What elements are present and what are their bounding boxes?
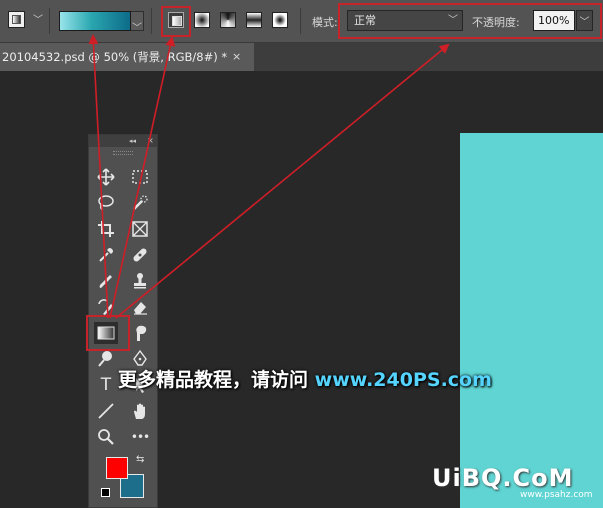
gradient-icon xyxy=(97,326,115,340)
chevron-down-icon: ﹀ xyxy=(579,17,590,28)
opacity-label: 不透明度: xyxy=(472,16,520,29)
foreground-color-swatch[interactable] xyxy=(106,457,128,479)
document-tab-bar: 20104532.psd @ 50% (背景, RGB/8#) * × xyxy=(0,43,603,71)
marquee-tool[interactable] xyxy=(128,166,152,188)
move-icon xyxy=(97,168,115,186)
marquee-icon xyxy=(132,170,148,184)
brush-tool[interactable] xyxy=(94,270,118,292)
quick-select-tool[interactable] xyxy=(128,192,152,214)
chevron-down-icon: ﹀ xyxy=(132,23,142,34)
angle-gradient-button[interactable] xyxy=(220,12,236,28)
chevron-down-icon: ﹀ xyxy=(448,15,458,26)
healing-tool[interactable] xyxy=(128,244,152,266)
crop-icon xyxy=(98,221,114,237)
tool-preset-picker[interactable] xyxy=(8,11,25,28)
opacity-input[interactable]: 100% xyxy=(533,10,575,31)
lasso-icon xyxy=(98,195,114,211)
eraser-icon xyxy=(134,302,147,315)
eyedropper-icon xyxy=(99,248,113,262)
history-brush-icon xyxy=(98,299,113,315)
toolbox-header[interactable]: ◂◂ × xyxy=(89,135,157,147)
site-logo-sub: www.psahz.com xyxy=(520,490,593,500)
opacity-slider-toggle[interactable]: ﹀ xyxy=(576,10,593,31)
linear-gradient-button[interactable] xyxy=(168,12,184,28)
divider xyxy=(300,8,301,34)
reflected-gradient-button[interactable] xyxy=(246,12,262,28)
healing-icon xyxy=(133,248,147,262)
document-canvas[interactable] xyxy=(460,133,603,508)
more-tools-icon[interactable]: ••• xyxy=(128,426,152,448)
stamp-tool[interactable] xyxy=(128,270,152,292)
mode-label: 模式: xyxy=(312,16,338,29)
zoom-tool[interactable] xyxy=(94,426,118,448)
divider xyxy=(49,8,50,34)
stamp-icon xyxy=(134,273,146,289)
brush-icon xyxy=(99,275,112,288)
radial-gradient-button[interactable] xyxy=(194,12,210,28)
close-icon[interactable]: × xyxy=(147,135,154,147)
move-tool[interactable] xyxy=(94,166,118,188)
line-icon xyxy=(98,403,114,419)
collapse-icon[interactable]: ◂◂ xyxy=(129,135,136,147)
smudge-tool[interactable] xyxy=(128,322,152,344)
arrow-to-mode-opacity xyxy=(115,43,450,319)
linear-gradient-icon xyxy=(172,16,182,26)
diamond-gradient-button[interactable] xyxy=(272,12,288,28)
blend-mode-value: 正常 xyxy=(354,14,376,27)
tutorial-watermark: 更多精品教程，请访问 www.240PS.com xyxy=(118,365,492,392)
hand-icon xyxy=(134,403,145,419)
default-colors-icon[interactable] xyxy=(101,488,110,497)
close-icon[interactable]: × xyxy=(232,43,241,71)
drag-grip[interactable] xyxy=(113,151,133,155)
hand-tool[interactable] xyxy=(128,400,152,422)
dodge-icon xyxy=(98,351,112,367)
gradient-picker-dropdown[interactable]: ﹀ xyxy=(131,11,144,34)
frame-icon xyxy=(132,221,148,237)
frame-tool[interactable] xyxy=(128,218,152,240)
swap-colors-icon[interactable]: ⇆ xyxy=(136,454,144,465)
options-bar: ﹀ ﹀ 模式: 正常 ﹀ 不透明度: 100% ﹀ xyxy=(0,0,603,43)
line-tool[interactable] xyxy=(94,400,118,422)
gradient-editor-swatch[interactable] xyxy=(59,11,131,31)
watermark-url: www.240PS.com xyxy=(314,369,492,391)
gradient-preset-icon xyxy=(12,15,21,24)
crop-tool[interactable] xyxy=(94,218,118,240)
site-logo: UiBQ.CoM xyxy=(432,464,574,492)
blend-mode-select[interactable]: 正常 ﹀ xyxy=(347,10,463,31)
type-tool[interactable]: T xyxy=(94,374,118,396)
zoom-icon xyxy=(98,429,114,445)
document-tab-title: 20104532.psd @ 50% (背景, RGB/8#) * xyxy=(2,50,228,64)
watermark-text: 更多精品教程，请访问 xyxy=(118,369,309,391)
lasso-tool[interactable] xyxy=(94,192,118,214)
dodge-tool[interactable] xyxy=(94,348,118,370)
quick-select-icon xyxy=(133,195,148,210)
chevron-down-icon[interactable]: ﹀ xyxy=(33,16,43,26)
document-tab[interactable]: 20104532.psd @ 50% (背景, RGB/8#) * xyxy=(0,43,254,71)
divider xyxy=(151,8,152,34)
gradient-tool[interactable] xyxy=(94,322,118,344)
eyedropper-tool[interactable] xyxy=(94,244,118,266)
eraser-tool[interactable] xyxy=(128,296,152,318)
smudge-icon xyxy=(136,325,147,341)
